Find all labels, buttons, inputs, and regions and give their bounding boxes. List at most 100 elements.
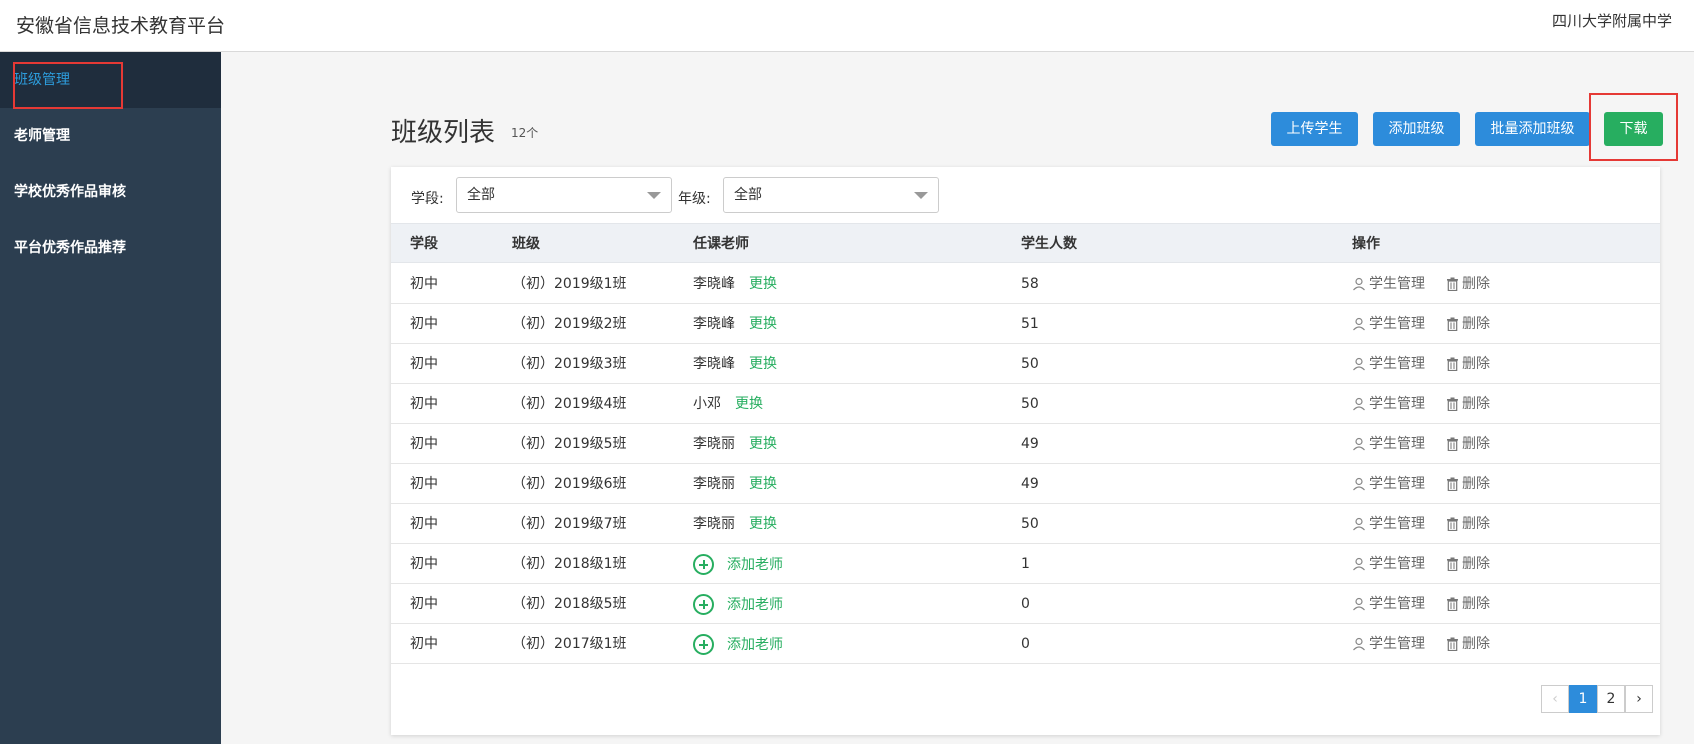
- trash-icon: [1446, 317, 1462, 331]
- teacher-cell: 小邓 更换: [693, 384, 763, 424]
- student-management-link[interactable]: 学生管理: [1352, 504, 1425, 544]
- student-management-link[interactable]: 学生管理: [1352, 264, 1425, 304]
- trash-icon: [1446, 397, 1462, 411]
- student-management-label: 学生管理: [1369, 596, 1425, 612]
- plus-circle-icon: [693, 593, 714, 615]
- sidebar-item-class-management[interactable]: 班级管理: [0, 52, 221, 108]
- teacher-name: 李晓峰: [693, 276, 735, 292]
- user-icon: [1352, 397, 1369, 411]
- download-button[interactable]: 下载: [1604, 112, 1663, 146]
- delete-label: 删除: [1462, 316, 1490, 332]
- change-teacher-link[interactable]: 更换: [749, 356, 777, 372]
- student-management-link[interactable]: 学生管理: [1352, 304, 1425, 344]
- teacher-cell: 李晓丽 更换: [693, 464, 777, 504]
- delete-link[interactable]: 删除: [1446, 624, 1490, 664]
- delete-label: 删除: [1462, 556, 1490, 572]
- change-teacher-link[interactable]: 更换: [749, 516, 777, 532]
- student-count-cell: 49: [1021, 436, 1039, 452]
- stage-cell: 初中: [410, 596, 438, 612]
- page-title: 班级列表: [391, 118, 496, 148]
- student-management-label: 学生管理: [1369, 316, 1425, 332]
- pagination-page-1[interactable]: 1: [1569, 685, 1597, 713]
- trash-icon: [1446, 637, 1462, 651]
- sidebar-item-platform-works-recommend[interactable]: 平台优秀作品推荐: [0, 220, 221, 276]
- student-management-link[interactable]: 学生管理: [1352, 424, 1425, 464]
- class-list-card: 学段: 全部 年级: 全部 学段 班级 任课老师 学生人数 操作 初中 （初）20…: [391, 167, 1660, 735]
- add-teacher-link[interactable]: 添加老师: [693, 624, 783, 664]
- add-teacher-link[interactable]: 添加老师: [693, 544, 783, 584]
- stage-cell: 初中: [410, 636, 438, 652]
- delete-link[interactable]: 删除: [1446, 384, 1490, 424]
- stage-cell: 初中: [410, 516, 438, 532]
- user-icon: [1352, 477, 1369, 491]
- stage-cell: 初中: [410, 396, 438, 412]
- delete-label: 删除: [1462, 476, 1490, 492]
- stage-cell: 初中: [410, 276, 438, 292]
- column-header-teacher: 任课老师: [693, 236, 749, 252]
- student-count-cell: 58: [1021, 276, 1039, 292]
- batch-add-class-button[interactable]: 批量添加班级: [1475, 112, 1590, 146]
- teacher-name: 李晓丽: [693, 436, 735, 452]
- change-teacher-link[interactable]: 更换: [749, 436, 777, 452]
- student-management-link[interactable]: 学生管理: [1352, 544, 1425, 584]
- trash-icon: [1446, 477, 1462, 491]
- student-management-link[interactable]: 学生管理: [1352, 624, 1425, 664]
- class-cell: （初）2019级1班: [512, 276, 627, 292]
- change-teacher-link[interactable]: 更换: [749, 316, 777, 332]
- student-management-link[interactable]: 学生管理: [1352, 584, 1425, 624]
- sidebar-item-teacher-management[interactable]: 老师管理: [0, 108, 221, 164]
- table-row: 初中 （初）2019级4班 小邓 更换 50 学生管理 删除: [391, 384, 1660, 424]
- column-header-student-count: 学生人数: [1021, 236, 1077, 252]
- pagination-page-2[interactable]: 2: [1597, 685, 1625, 713]
- pagination-next-button[interactable]: ›: [1625, 685, 1653, 713]
- user-icon: [1352, 517, 1369, 531]
- add-class-button[interactable]: 添加班级: [1373, 112, 1460, 146]
- grade-select[interactable]: 全部: [723, 177, 939, 213]
- user-icon: [1352, 437, 1369, 451]
- trash-icon: [1446, 517, 1462, 531]
- delete-label: 删除: [1462, 276, 1490, 292]
- grade-filter-label: 年级:: [678, 191, 711, 207]
- class-cell: （初）2019级4班: [512, 396, 627, 412]
- class-cell: （初）2019级3班: [512, 356, 627, 372]
- teacher-cell: 李晓峰 更换: [693, 264, 777, 304]
- table-row: 初中 （初）2018级5班 添加老师 0 学生管理 删除: [391, 584, 1660, 624]
- stage-select[interactable]: 全部: [456, 177, 672, 213]
- student-management-link[interactable]: 学生管理: [1352, 384, 1425, 424]
- delete-link[interactable]: 删除: [1446, 264, 1490, 304]
- teacher-name: 李晓丽: [693, 476, 735, 492]
- sidebar-item-school-works-review[interactable]: 学校优秀作品审核: [0, 164, 221, 220]
- pagination-prev-button[interactable]: ‹: [1541, 685, 1569, 713]
- table-header: 学段 班级 任课老师 学生人数 操作: [391, 223, 1660, 263]
- student-management-link[interactable]: 学生管理: [1352, 464, 1425, 504]
- delete-link[interactable]: 删除: [1446, 464, 1490, 504]
- delete-link[interactable]: 删除: [1446, 424, 1490, 464]
- teacher-name: 李晓峰: [693, 316, 735, 332]
- table-row: 初中 （初）2019级2班 李晓峰 更换 51 学生管理 删除: [391, 304, 1660, 344]
- student-management-link[interactable]: 学生管理: [1352, 344, 1425, 384]
- add-teacher-label: 添加老师: [727, 557, 783, 573]
- delete-link[interactable]: 删除: [1446, 344, 1490, 384]
- stage-cell: 初中: [410, 556, 438, 572]
- student-count-cell: 50: [1021, 356, 1039, 372]
- app-title: 安徽省信息技术教育平台: [16, 15, 226, 37]
- upload-students-button[interactable]: 上传学生: [1271, 112, 1358, 146]
- delete-link[interactable]: 删除: [1446, 584, 1490, 624]
- delete-link[interactable]: 删除: [1446, 544, 1490, 584]
- top-header: 安徽省信息技术教育平台 四川大学附属中学: [0, 0, 1694, 52]
- delete-label: 删除: [1462, 396, 1490, 412]
- add-teacher-label: 添加老师: [727, 597, 783, 613]
- change-teacher-link[interactable]: 更换: [749, 276, 777, 292]
- change-teacher-link[interactable]: 更换: [749, 476, 777, 492]
- class-cell: （初）2019级2班: [512, 316, 627, 332]
- stage-select-value: 全部: [467, 187, 495, 203]
- student-count-cell: 50: [1021, 516, 1039, 532]
- delete-link[interactable]: 删除: [1446, 304, 1490, 344]
- student-count-cell: 0: [1021, 636, 1030, 652]
- column-header-class: 班级: [512, 236, 540, 252]
- delete-link[interactable]: 删除: [1446, 504, 1490, 544]
- add-teacher-link[interactable]: 添加老师: [693, 584, 783, 624]
- delete-label: 删除: [1462, 436, 1490, 452]
- teacher-cell: 李晓峰 更换: [693, 344, 777, 384]
- change-teacher-link[interactable]: 更换: [735, 396, 763, 412]
